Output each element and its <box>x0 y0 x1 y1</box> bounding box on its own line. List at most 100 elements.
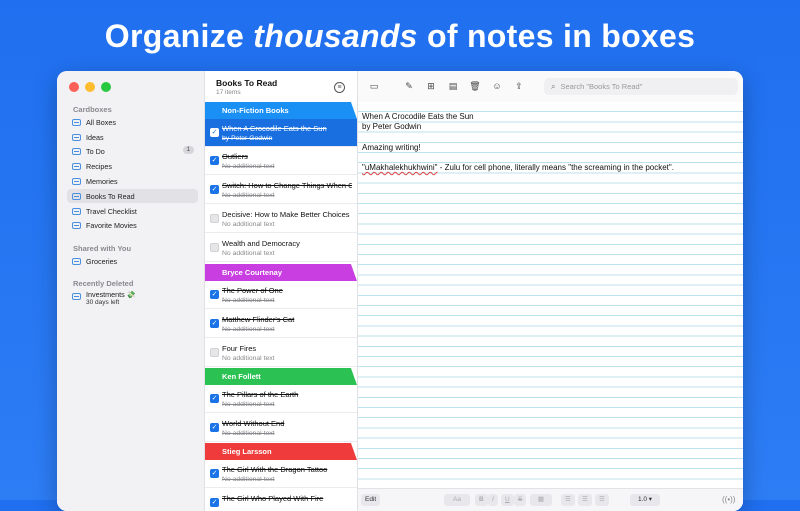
sidebar-item-to-do[interactable]: To Do 1 <box>67 144 198 158</box>
note-title: The Power of One <box>222 286 283 295</box>
box-icon <box>72 162 81 170</box>
sidebar-item-ideas[interactable]: Ideas <box>67 130 198 144</box>
checkbox[interactable]: ✓ <box>210 319 219 328</box>
list-item[interactable]: Wealth and Democracy No additional text <box>205 234 357 262</box>
line-spacing-select[interactable]: 1.0 ▾ <box>630 494 660 506</box>
item-count: 17 items <box>216 89 241 96</box>
note-list: Books To Read 17 items ≡ Non-Fiction Boo… <box>205 71 358 511</box>
list-item[interactable]: ✓ The Power of One No additional text <box>205 281 357 309</box>
sidebar-item-favorite-movies[interactable]: Favorite Movies <box>67 218 198 232</box>
sidebar-item-all-boxes[interactable]: All Boxes <box>67 115 198 129</box>
shared-box-icon <box>72 257 81 265</box>
box-icon <box>72 207 81 215</box>
note-subtitle: No additional text <box>222 326 275 333</box>
new-folder-icon[interactable]: ⊞ <box>425 80 437 92</box>
list-item[interactable]: ✓ When A Crocodile Eats the Sun by Peter G… <box>205 119 357 147</box>
cardboxes-section-title: Cardboxes <box>73 105 112 114</box>
share-people-icon[interactable]: ☺ <box>491 80 503 92</box>
sidebar-item-label: To Do <box>86 146 105 156</box>
underline-button[interactable]: U <box>501 494 514 506</box>
trash-icon[interactable]: 🗑 <box>469 80 481 92</box>
group-header[interactable]: Ken Follett <box>205 368 357 385</box>
group-header[interactable]: Non-Fiction Books <box>205 102 357 119</box>
list-item[interactable]: ✓ The Pillars of the Earth No additional t… <box>205 385 357 413</box>
strikethrough-button[interactable]: S <box>514 494 527 506</box>
checkbox[interactable]: ✓ <box>210 290 219 299</box>
checkbox[interactable]: ✓ <box>210 128 219 137</box>
list-item[interactable]: Four Fires No additional text <box>205 339 357 367</box>
sidebar-item-label: Favorite Movies <box>86 220 137 230</box>
list-title: Books To Read <box>216 78 278 88</box>
close-window-button[interactable] <box>69 82 79 92</box>
list-item[interactable]: ✓ The Girl With the Dragon Tattoo No addit… <box>205 460 357 488</box>
group-header[interactable]: Stieg Larsson <box>205 443 357 460</box>
sidebar-item-label: All Boxes <box>86 117 116 127</box>
box-icon <box>72 192 81 200</box>
list-item[interactable]: ✓ Matthew Flinder's Cat No additional text <box>205 310 357 338</box>
box-icon <box>72 177 81 185</box>
list-item[interactable]: ✓Switch: How to Change Things When Chang… <box>205 176 357 204</box>
checkbox[interactable] <box>210 348 219 357</box>
italic-button[interactable]: I <box>488 494 498 506</box>
checkbox[interactable]: ✓ <box>210 498 219 507</box>
checkbox[interactable]: ✓ <box>210 469 219 478</box>
edit-button[interactable]: Edit <box>361 494 381 506</box>
note-body[interactable]: When A Crocodile Eats the Sun by Peter G… <box>358 102 743 489</box>
note-subtitle: No additional text <box>222 250 275 257</box>
checkbox[interactable]: ✓ <box>210 156 219 165</box>
sidebar-item-groceries[interactable]: Groceries <box>67 254 198 268</box>
numbered-list-icon[interactable]: ☰ <box>578 494 592 506</box>
box-icon <box>72 133 81 141</box>
checkbox[interactable] <box>210 214 219 223</box>
sort-options-icon[interactable]: ≡ <box>334 82 345 93</box>
note-subtitle: No additional text <box>222 221 275 228</box>
list-item[interactable]: ✓ World Without End No additional text <box>205 414 357 442</box>
search-placeholder: Search "Books To Read" <box>560 82 643 91</box>
sidebar: Cardboxes All Boxes Ideas To Do 1 Recipes… <box>57 71 205 511</box>
sidebar-item-investments[interactable]: Investments 💸 30 days left <box>67 290 198 310</box>
sidebar-toggle-icon[interactable]: ▭ <box>368 80 380 92</box>
note-line: When A Crocodile Eats the Sun <box>362 112 474 121</box>
checkbox[interactable]: ✓ <box>210 185 219 194</box>
shared-section-title: Shared with You <box>73 244 132 253</box>
sidebar-item-recipes[interactable]: Recipes <box>67 159 198 173</box>
checkbox[interactable]: ✓ <box>210 394 219 403</box>
sidebar-item-memories[interactable]: Memories <box>67 174 198 188</box>
highlight-color-icon[interactable]: ▦ <box>530 494 552 506</box>
sidebar-item-books-to-read[interactable]: Books To Read <box>67 189 198 203</box>
list-item[interactable]: ✓ Outliers No additional text <box>205 147 357 175</box>
box-icon <box>72 147 81 155</box>
sidebar-item-label: Investments 💸 <box>86 290 136 299</box>
checklist-icon[interactable]: ☰ <box>595 494 609 506</box>
search-field[interactable]: ⌕ Search "Books To Read" <box>544 78 738 95</box>
box-icon <box>72 293 81 300</box>
note-subtitle: No additional text <box>222 476 275 483</box>
minimize-window-button[interactable] <box>85 82 95 92</box>
headline-part1: Organize <box>104 18 254 54</box>
count-badge: 1 <box>182 146 194 154</box>
list-item[interactable]: ✓ The Girl Who Played With Fire <box>205 489 357 511</box>
checkbox[interactable] <box>210 243 219 252</box>
bullet-list-icon[interactable]: ☰ <box>561 494 575 506</box>
note-subtitle: No additional text <box>222 163 275 170</box>
note-title: Outliers <box>222 152 248 161</box>
box-icon <box>72 118 81 126</box>
days-left-label: 30 days left <box>86 299 120 306</box>
zoom-window-button[interactable] <box>101 82 111 92</box>
note-title: Matthew Flinder's Cat <box>222 315 295 324</box>
editor-toolbar: ▭ ✎ ⊞ ▤ 🗑 ☺ ⇪ ⌕ Search "Books To Read" <box>358 71 743 103</box>
bold-button[interactable]: B <box>475 494 488 506</box>
checkbox[interactable]: ✓ <box>210 423 219 432</box>
note-title: Switch: How to Change Things When Change… <box>222 181 352 190</box>
sidebar-item-label: Recipes <box>86 161 112 171</box>
group-header[interactable]: Bryce Courtenay <box>205 264 357 281</box>
compose-icon[interactable]: ✎ <box>403 80 415 92</box>
sidebar-item-label: Groceries <box>86 256 118 266</box>
font-picker[interactable]: Aa <box>444 494 470 506</box>
headline-part3: of notes in boxes <box>417 18 696 54</box>
sidebar-item-travel-checklist[interactable]: Travel Checklist <box>67 204 198 218</box>
share-icon[interactable]: ⇪ <box>513 80 525 92</box>
card-view-icon[interactable]: ▤ <box>447 80 459 92</box>
sync-status-icon: ((•)) <box>722 495 736 504</box>
list-item[interactable]: Decisive: How to Make Better Choices No a… <box>205 205 357 233</box>
